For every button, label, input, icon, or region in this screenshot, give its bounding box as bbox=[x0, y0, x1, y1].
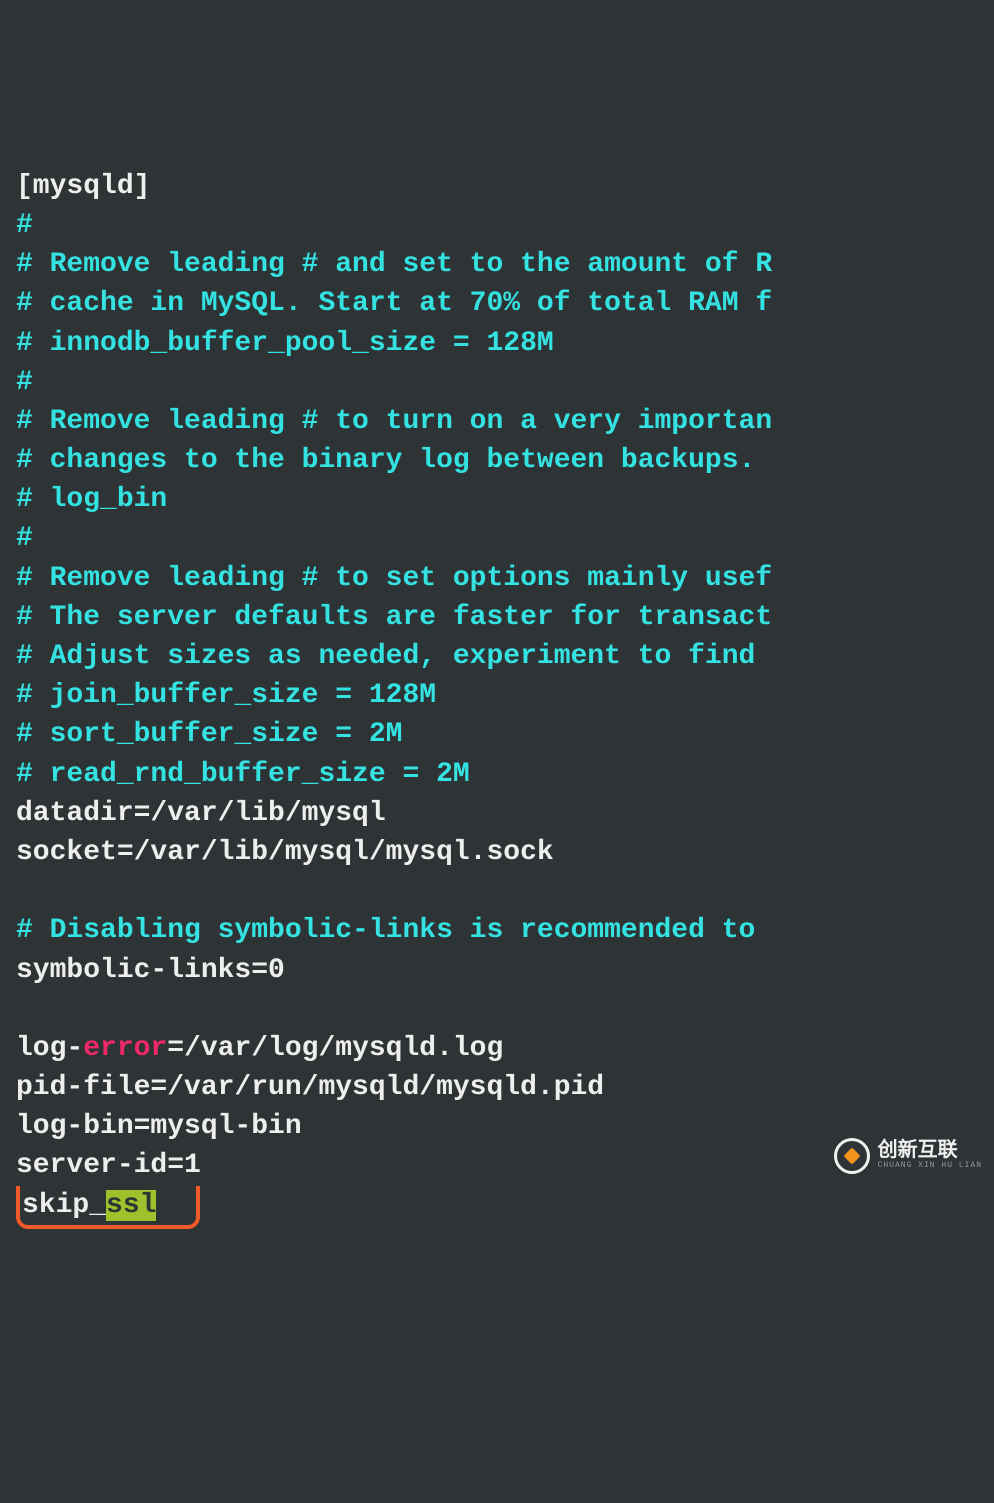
config-directive-log-error: log-error=/var/log/mysqld.log bbox=[16, 1033, 503, 1064]
comment-line: # cache in MySQL. Start at 70% of total … bbox=[16, 288, 772, 319]
watermark: 创新互联 CHUANG XIN HU LIAN bbox=[834, 1138, 982, 1174]
comment-line: # read_rnd_buffer_size = 2M bbox=[16, 759, 470, 790]
comment-line: # Remove leading # to set options mainly… bbox=[16, 563, 772, 594]
config-directive-server-id: server-id=1 bbox=[16, 1150, 201, 1181]
config-directive-pid-file: pid-file=/var/run/mysqld/mysqld.pid bbox=[16, 1072, 604, 1103]
comment-line: # join_buffer_size = 128M bbox=[16, 680, 436, 711]
comment-line: # innodb_buffer_pool_size = 128M bbox=[16, 328, 554, 359]
comment-line: # Remove leading # and set to the amount… bbox=[16, 249, 772, 280]
config-directive-log-bin: log-bin=mysql-bin bbox=[16, 1111, 302, 1142]
error-keyword: error bbox=[83, 1033, 167, 1064]
comment-line: # bbox=[16, 367, 33, 398]
comment-line: # Remove leading # to turn on a very imp… bbox=[16, 406, 772, 437]
comment-line: # log_bin bbox=[16, 484, 167, 515]
config-directive-datadir: datadir=/var/lib/mysql bbox=[16, 798, 386, 829]
config-directive-symbolic-links: symbolic-links=0 bbox=[16, 955, 285, 986]
comment-line: # Adjust sizes as needed, experiment to … bbox=[16, 641, 772, 672]
comment-line: # Disabling symbolic-links is recommende… bbox=[16, 915, 772, 946]
watermark-brand: 创新互联 bbox=[878, 1142, 982, 1162]
comment-line: # changes to the binary log between back… bbox=[16, 445, 755, 476]
comment-line: # bbox=[16, 210, 33, 241]
comment-line: # The server defaults are faster for tra… bbox=[16, 602, 772, 633]
comment-line: # sort_buffer_size = 2M bbox=[16, 719, 402, 750]
highlighted-skip-ssl: skip_ssl bbox=[16, 1186, 200, 1229]
watermark-logo-icon bbox=[834, 1138, 870, 1174]
ssl-match: ssl bbox=[106, 1190, 156, 1221]
comment-line: # bbox=[16, 523, 33, 554]
config-file-content[interactable]: [mysqld] # # Remove leading # and set to… bbox=[16, 167, 978, 1229]
section-header: [mysqld] bbox=[16, 171, 150, 202]
config-directive-socket: socket=/var/lib/mysql/mysql.sock bbox=[16, 837, 554, 868]
watermark-subtitle: CHUANG XIN HU LIAN bbox=[878, 1162, 982, 1170]
